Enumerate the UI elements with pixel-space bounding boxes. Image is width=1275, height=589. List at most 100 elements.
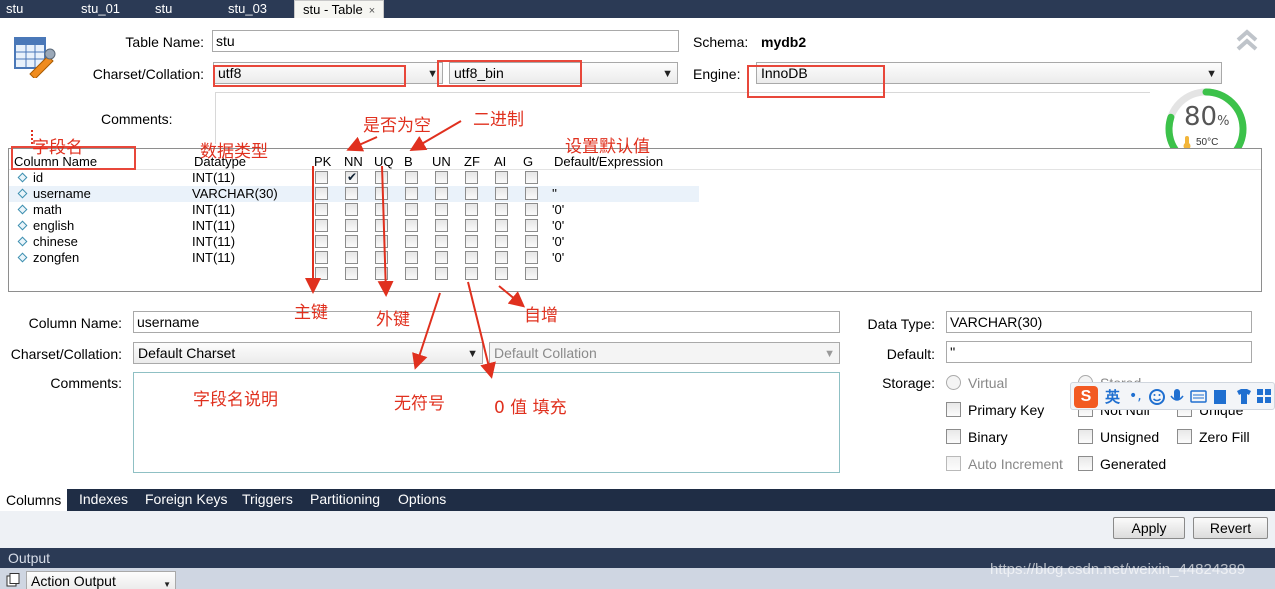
checkbox-un[interactable] (435, 267, 448, 280)
cell-column-name[interactable]: math (33, 202, 62, 218)
cell-column-name[interactable]: id (33, 170, 43, 186)
checkbox-nn[interactable] (345, 169, 358, 185)
checkbox-ai[interactable] (495, 203, 508, 216)
table-name-input[interactable]: stu (212, 30, 679, 52)
checkbox-uq[interactable] (375, 219, 388, 232)
checkbox-nn[interactable] (345, 251, 358, 264)
checkbox-b[interactable] (405, 251, 418, 264)
cell-datatype[interactable]: INT(11) (192, 202, 235, 218)
checkbox-zf[interactable] (465, 267, 478, 280)
checkbox-ai[interactable] (495, 235, 508, 248)
data-type-input[interactable]: VARCHAR(30) (946, 311, 1252, 333)
checkbox-b[interactable] (405, 235, 418, 248)
sogou-logo[interactable]: S (1074, 386, 1098, 408)
checkbox-uq[interactable] (375, 187, 388, 200)
checkbox-uq[interactable] (375, 251, 388, 264)
cell-default[interactable]: '0' (552, 202, 564, 218)
checkbox-g[interactable] (525, 235, 538, 248)
cell-default[interactable]: '0' (552, 234, 564, 250)
header-ai[interactable]: AI (494, 154, 506, 169)
primary-key-checkbox[interactable] (946, 402, 961, 417)
checkbox-nn[interactable] (345, 267, 358, 280)
checkbox-uq[interactable] (375, 267, 388, 280)
checkbox-zf[interactable] (465, 251, 478, 264)
ime-toolbar[interactable]: S 英 •, (1070, 382, 1275, 410)
header-uq[interactable]: UQ (374, 154, 394, 169)
checkbox-ai[interactable] (495, 171, 508, 184)
checkbox-b[interactable] (405, 219, 418, 232)
tab-stu[interactable]: stu (0, 0, 23, 18)
checkbox-zf[interactable] (465, 203, 478, 216)
cell-datatype[interactable]: INT(11) (192, 170, 235, 186)
tab-stu-03[interactable]: stu_03 (222, 0, 267, 18)
default-input[interactable]: '' (946, 341, 1252, 363)
header-nn[interactable]: NN (344, 154, 363, 169)
generated-checkbox[interactable] (1078, 456, 1093, 471)
cell-default[interactable]: '' (552, 186, 557, 202)
auto-increment-checkbox[interactable] (946, 456, 961, 471)
checkbox-uq[interactable] (375, 235, 388, 248)
header-g[interactable]: G (523, 154, 533, 169)
header-zf[interactable]: ZF (464, 154, 480, 169)
checkbox-un[interactable] (435, 187, 448, 200)
columns-grid[interactable]: Column Name Datatype PK NN UQ B UN ZF AI… (8, 148, 1262, 292)
checkbox-zf[interactable] (465, 219, 478, 232)
cell-column-name[interactable]: zongfen (33, 250, 79, 266)
table-row[interactable]: math INT(11) '0' (9, 202, 1261, 218)
cell-datatype[interactable]: INT(11) (192, 218, 235, 234)
header-b[interactable]: B (404, 154, 413, 169)
checkbox-g[interactable] (525, 171, 538, 184)
close-icon[interactable]: × (369, 5, 375, 17)
collapse-up-icon[interactable] (1236, 28, 1258, 52)
checkbox-un[interactable] (435, 251, 448, 264)
table-row[interactable]: username VARCHAR(30) '' (9, 186, 1261, 202)
checkbox-un[interactable] (435, 235, 448, 248)
tab-triggers[interactable]: Triggers (242, 491, 293, 507)
cell-column-name[interactable]: chinese (33, 234, 78, 250)
tab-stu-table[interactable]: stu - Table × (294, 0, 385, 18)
action-output-select[interactable]: Action Output ▼ (26, 571, 176, 589)
tab-columns[interactable]: Columns (0, 489, 68, 511)
apply-button[interactable]: Apply (1113, 517, 1185, 539)
checkbox-uq[interactable] (375, 171, 388, 184)
checkbox-g[interactable] (525, 251, 538, 264)
tab-stu-2[interactable]: stu (149, 0, 172, 18)
cell-datatype[interactable]: INT(11) (192, 234, 235, 250)
cell-default[interactable]: '0' (552, 250, 564, 266)
table-row-new[interactable] (9, 266, 1261, 282)
checkbox-b[interactable] (405, 203, 418, 216)
zero-fill-checkbox[interactable] (1177, 429, 1192, 444)
detail-charset-select[interactable]: Default Charset ▼ (133, 342, 483, 364)
checkbox-un[interactable] (435, 203, 448, 216)
checkbox-g[interactable] (525, 219, 538, 232)
header-un[interactable]: UN (432, 154, 451, 169)
checkbox-b[interactable] (405, 171, 418, 184)
checkbox-pk[interactable] (315, 187, 328, 200)
checkbox-zf[interactable] (465, 235, 478, 248)
checkbox-g[interactable] (525, 267, 538, 280)
revert-button[interactable]: Revert (1193, 517, 1268, 539)
checkbox-nn[interactable] (345, 235, 358, 248)
checkbox-ai[interactable] (495, 267, 508, 280)
cell-column-name[interactable]: english (33, 218, 74, 234)
checkbox-ai[interactable] (495, 251, 508, 264)
tab-foreign-keys[interactable]: Foreign Keys (145, 491, 227, 507)
checkbox-ai[interactable] (495, 187, 508, 200)
checkbox-pk[interactable] (315, 203, 328, 216)
checkbox-pk[interactable] (315, 219, 328, 232)
table-row[interactable]: chinese INT(11) '0' (9, 234, 1261, 250)
tab-stu-01[interactable]: stu_01 (75, 0, 120, 18)
checkbox-ai[interactable] (495, 219, 508, 232)
checkbox-pk[interactable] (315, 267, 328, 280)
ime-lang-toggle[interactable]: 英 (1105, 386, 1120, 407)
table-row[interactable]: english INT(11) '0' (9, 218, 1261, 234)
table-row[interactable]: id INT(11) (9, 169, 1261, 186)
checkbox-pk[interactable] (315, 251, 328, 264)
checkbox-un[interactable] (435, 171, 448, 184)
column-name-input[interactable]: username (133, 311, 840, 333)
table-comments-textarea[interactable] (215, 92, 1150, 144)
checkbox-zf[interactable] (465, 171, 478, 184)
checkbox-nn[interactable] (345, 203, 358, 216)
checkbox-zf[interactable] (465, 187, 478, 200)
checkbox-g[interactable] (525, 203, 538, 216)
